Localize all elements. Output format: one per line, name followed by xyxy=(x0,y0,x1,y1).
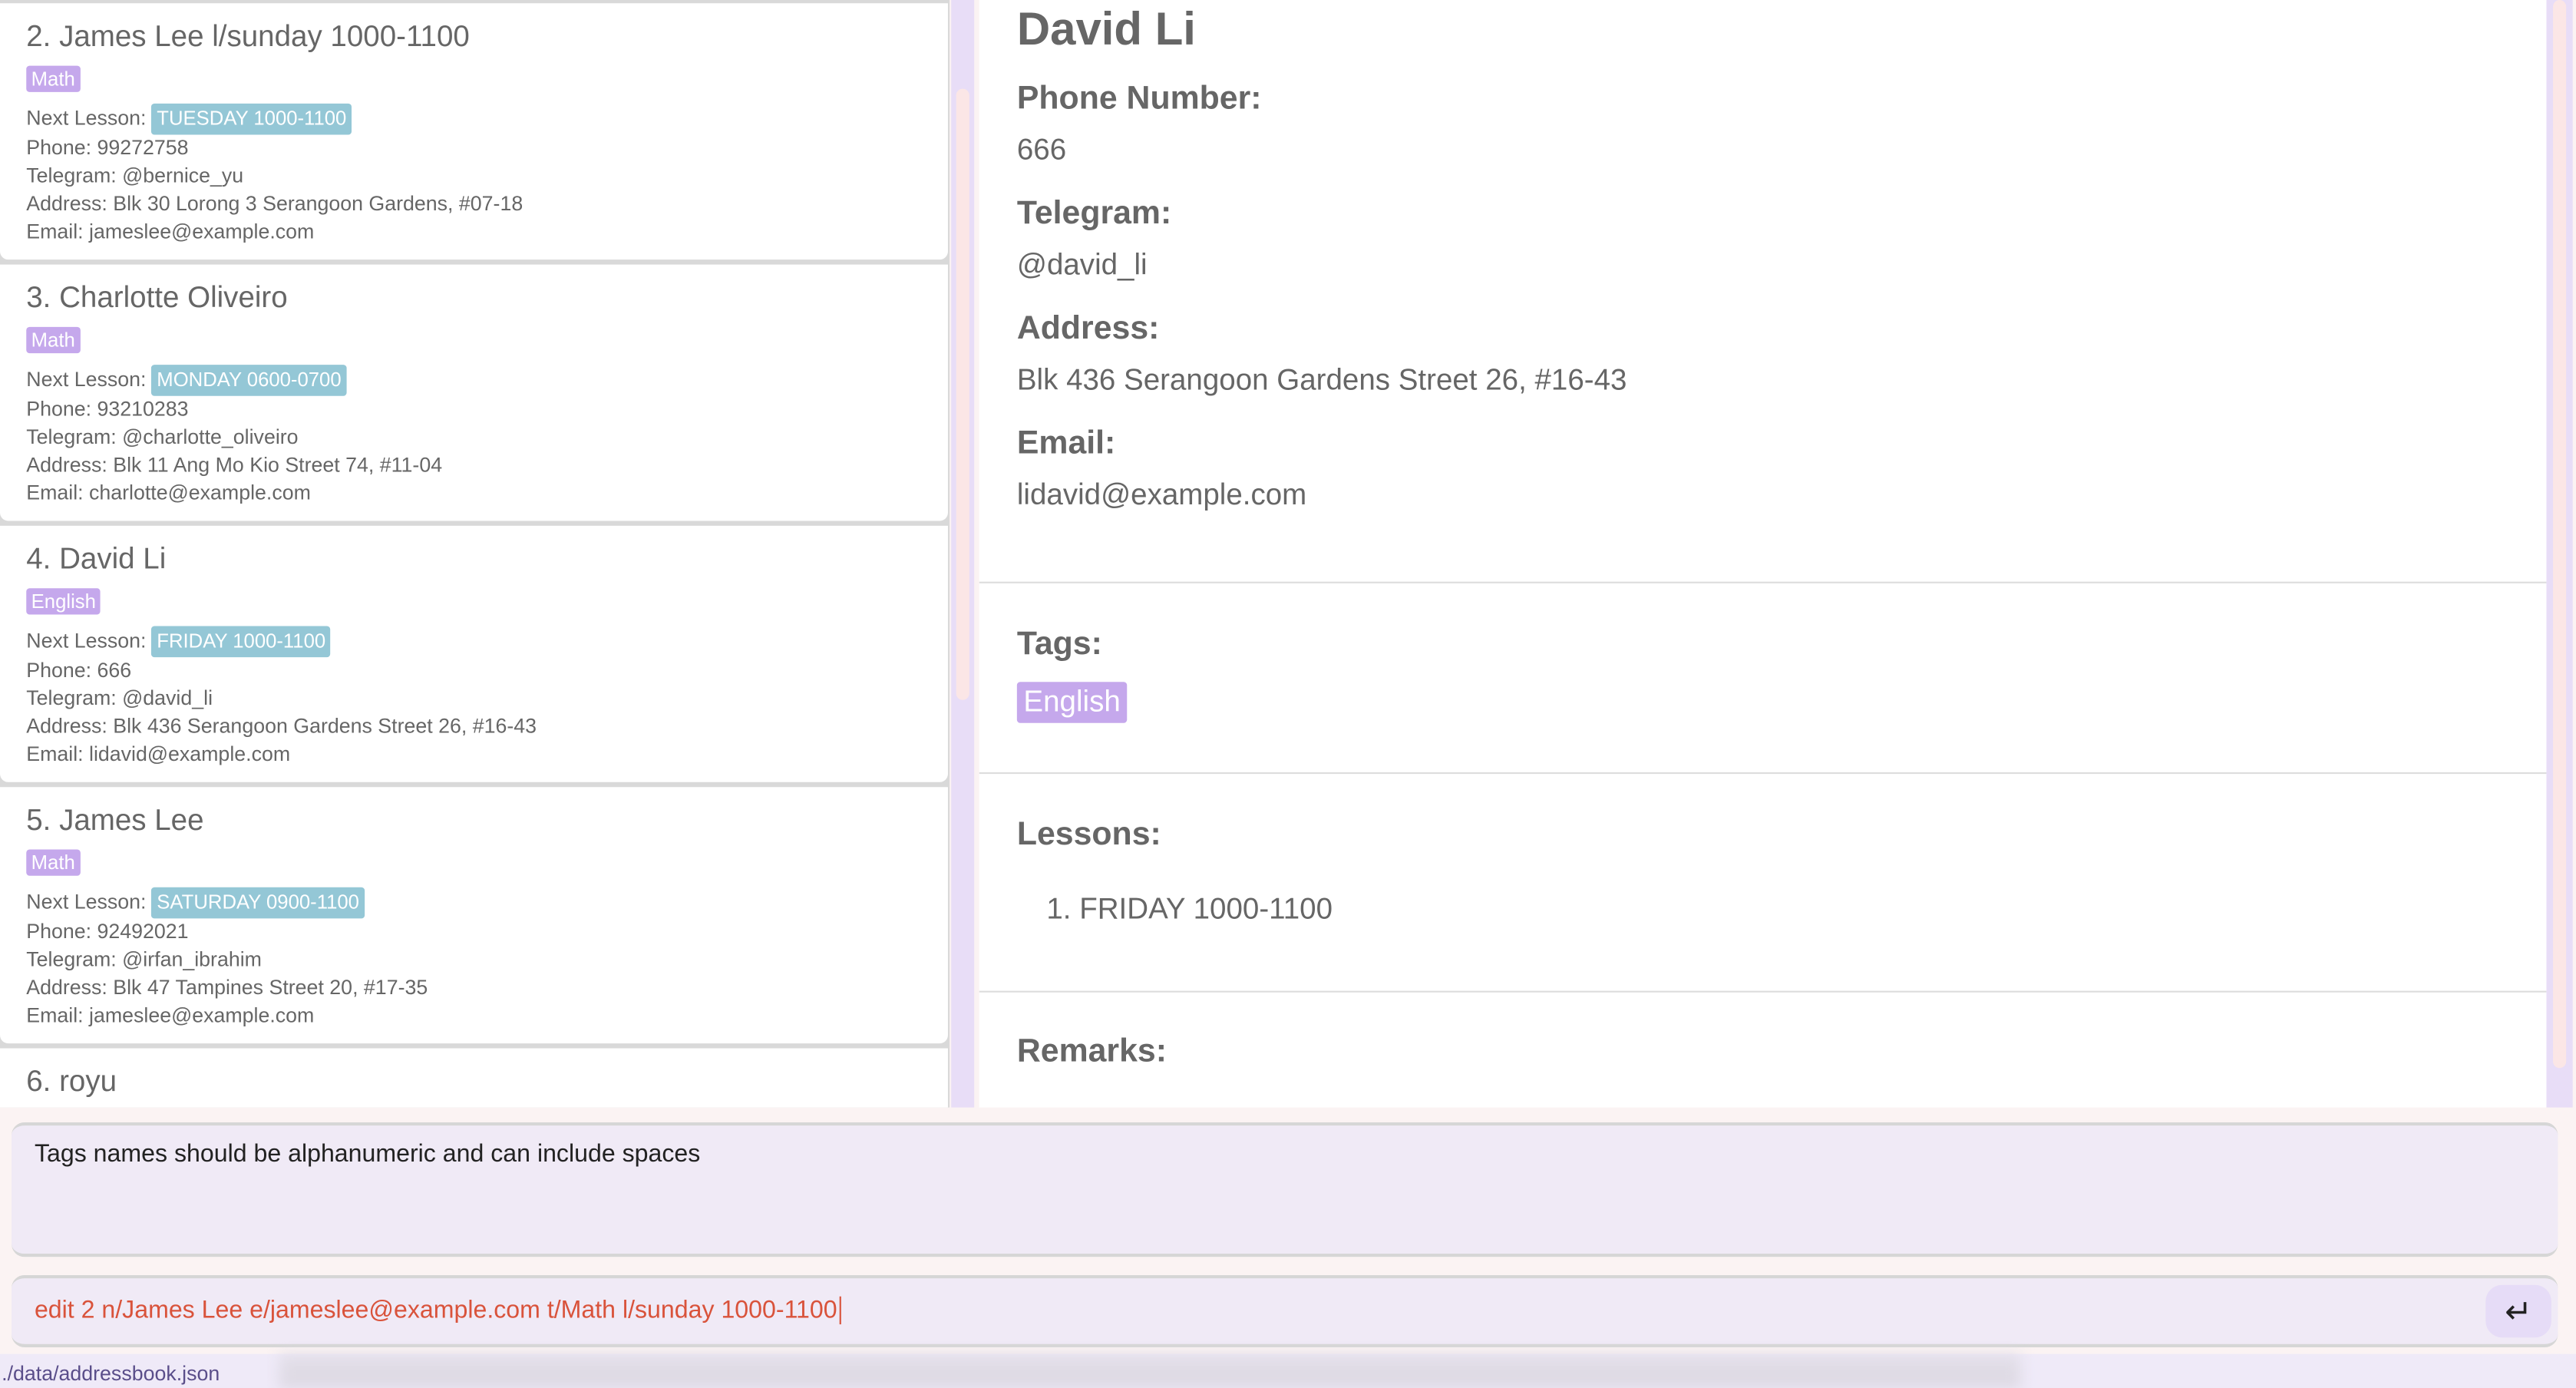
email-value: lidavid@example.com xyxy=(1016,478,1307,511)
person-telegram: Telegram: @bernice_yu xyxy=(26,164,244,187)
person-card[interactable]: 2. James Lee l/sunday 1000-1100 Math Nex… xyxy=(0,3,948,260)
person-address: Address: Blk 11 Ang Mo Kio Street 74, #1… xyxy=(26,453,443,477)
address-value: Blk 436 Serangoon Gardens Street 26, #16… xyxy=(1016,363,1627,396)
command-input[interactable]: edit 2 n/James Lee e/jameslee@example.co… xyxy=(35,1296,841,1325)
enter-button[interactable]: ↵ xyxy=(2485,1284,2551,1338)
email-label: Email: xyxy=(1016,425,1116,462)
person-telegram: Telegram: @charlotte_oliveiro xyxy=(26,425,299,449)
status-bar: ./data/addressbook.json xyxy=(0,1353,2576,1388)
scrollbar-thumb[interactable] xyxy=(2553,0,2567,1069)
person-detail-panel: David Li Phone Number: 666 Telegram: @da… xyxy=(979,0,2547,1108)
person-telegram: Telegram: @irfan_ibrahim xyxy=(26,947,262,971)
person-card[interactable]: 3. Charlotte Oliveiro Math Next Lesson: … xyxy=(0,264,948,521)
person-name: 2. James Lee l/sunday 1000-1100 xyxy=(26,19,470,53)
person-card[interactable]: 5. James Lee Math Next Lesson: SATURDAY … xyxy=(0,787,948,1044)
address-label: Address: xyxy=(1016,310,1160,347)
person-phone: Phone: 93210283 xyxy=(26,397,189,421)
command-box[interactable]: edit 2 n/James Lee e/jameslee@example.co… xyxy=(11,1274,2558,1348)
lessons-label: Lessons: xyxy=(1016,816,1161,853)
remarks-label: Remarks: xyxy=(1016,1033,1167,1070)
person-name: 5. James Lee xyxy=(26,803,204,837)
person-phone: Phone: 666 xyxy=(26,659,132,682)
detail-name: David Li xyxy=(1016,3,1196,55)
person-address: Address: Blk 30 Lorong 3 Serangoon Garde… xyxy=(26,192,523,216)
next-lesson-badge: MONDAY 0600-0700 xyxy=(151,365,347,396)
next-lesson-label: Next Lesson: xyxy=(26,891,147,914)
scrollbar-thumb[interactable] xyxy=(956,88,969,700)
person-email: Email: jameslee@example.com xyxy=(26,220,315,243)
person-list: 2. James Lee l/sunday 1000-1100 Math Nex… xyxy=(0,0,950,1108)
result-message: Tags names should be alphanumeric and ca… xyxy=(34,1140,701,1168)
next-lesson-badge: FRIDAY 1000-1100 xyxy=(151,626,331,658)
lesson-item: 1. FRIDAY 1000-1100 xyxy=(1046,892,1333,925)
list-scrollbar[interactable] xyxy=(951,0,975,1108)
phone-label: Phone Number: xyxy=(1016,80,1262,117)
detail-scrollbar[interactable] xyxy=(2546,0,2573,1108)
person-card[interactable]: 6. royu xyxy=(0,1048,948,1108)
next-lesson-badge: TUESDAY 1000-1100 xyxy=(151,103,352,135)
next-lesson-label: Next Lesson: xyxy=(26,629,147,653)
app-window: 2. James Lee l/sunday 1000-1100 Math Nex… xyxy=(0,0,2576,1388)
tag-badge: Math xyxy=(26,65,81,92)
tag-badge: Math xyxy=(26,326,81,354)
next-lesson-label: Next Lesson: xyxy=(26,107,147,131)
person-address: Address: Blk 436 Serangoon Gardens Stree… xyxy=(26,715,537,738)
person-name: 6. royu xyxy=(26,1064,117,1098)
person-address: Address: Blk 47 Tampines Street 20, #17-… xyxy=(26,976,428,1000)
person-name: 4. David Li xyxy=(26,542,167,576)
person-telegram: Telegram: @david_li xyxy=(26,686,213,710)
person-card[interactable]: 4. David Li English Next Lesson: FRIDAY … xyxy=(0,525,948,782)
telegram-label: Telegram: xyxy=(1016,195,1172,232)
next-lesson-badge: SATURDAY 0900-1100 xyxy=(151,887,365,919)
person-name: 3. Charlotte Oliveiro xyxy=(26,280,288,314)
telegram-value: @david_li xyxy=(1016,248,1148,281)
phone-value: 666 xyxy=(1016,133,1067,167)
detail-tag-badge: English xyxy=(1016,682,1128,723)
person-phone: Phone: 99272758 xyxy=(26,136,189,160)
person-phone: Phone: 92492021 xyxy=(26,920,189,944)
tag-badge: Math xyxy=(26,849,81,876)
tag-badge: English xyxy=(26,588,101,615)
person-email: Email: lidavid@example.com xyxy=(26,742,291,766)
tags-label: Tags: xyxy=(1016,626,1102,663)
result-display: Tags names should be alphanumeric and ca… xyxy=(11,1122,2558,1257)
person-email: Email: jameslee@example.com xyxy=(26,1003,315,1027)
person-email: Email: charlotte@example.com xyxy=(26,481,311,505)
save-location: ./data/addressbook.json xyxy=(2,1362,220,1386)
enter-icon: ↵ xyxy=(2505,1294,2533,1330)
next-lesson-label: Next Lesson: xyxy=(26,368,147,392)
